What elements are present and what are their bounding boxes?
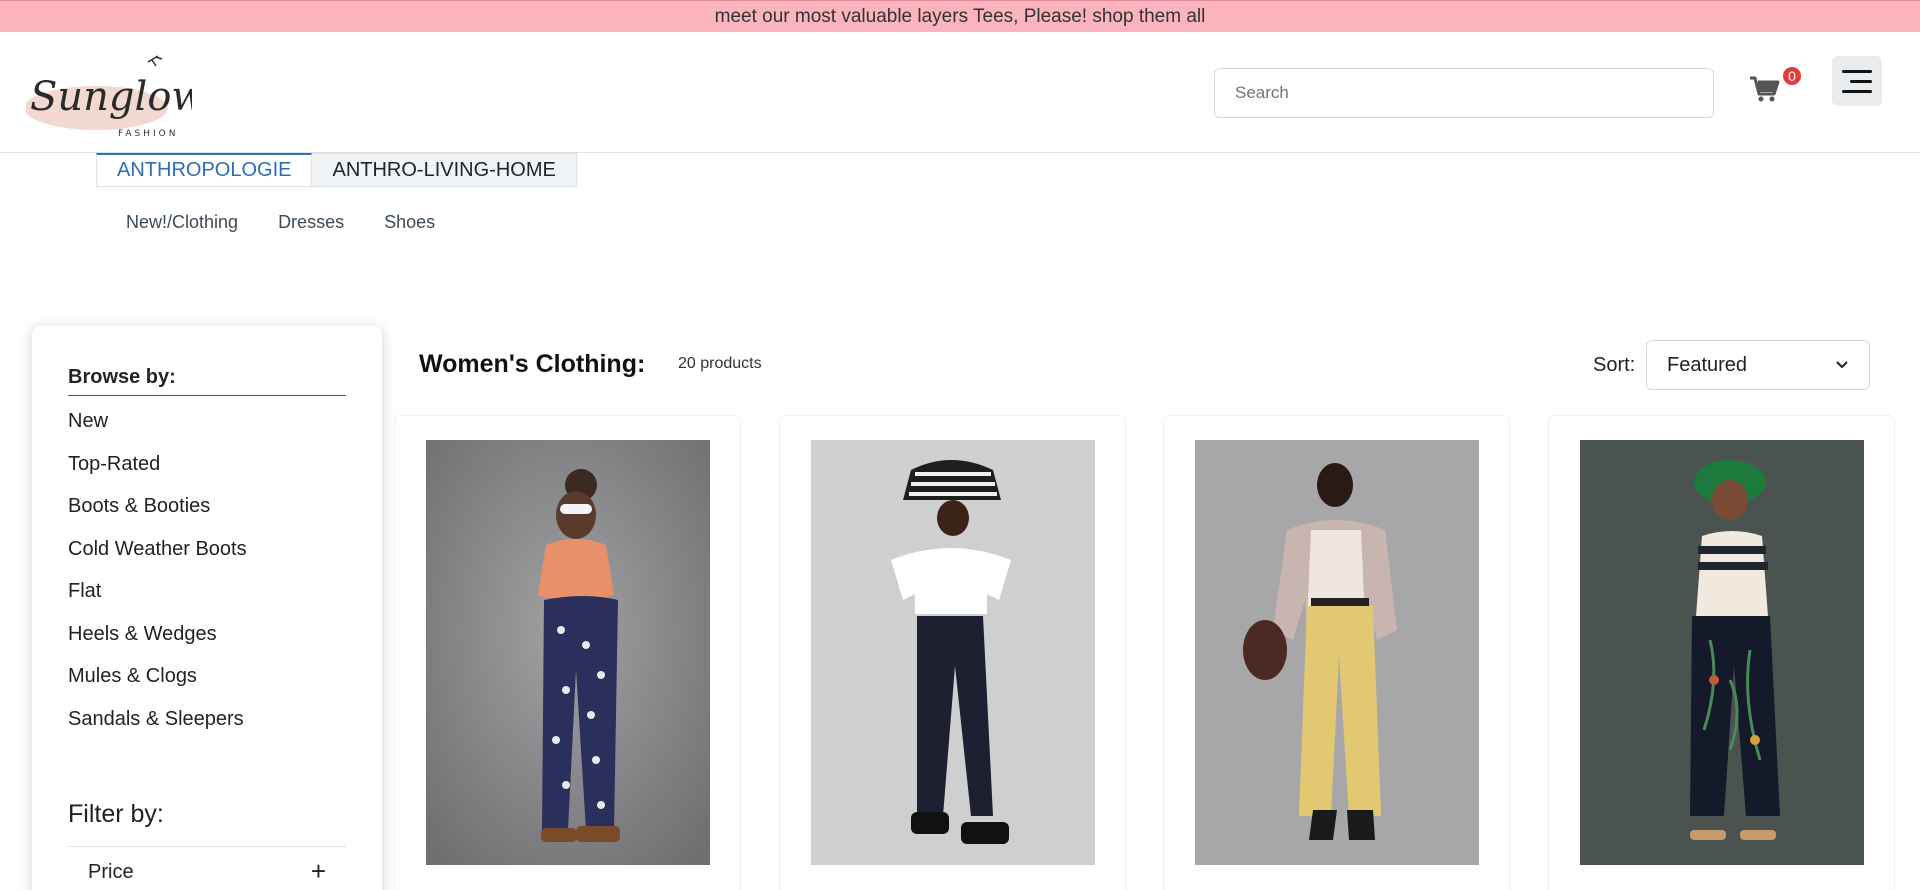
product-image[interactable] <box>1195 440 1479 865</box>
filter-by-heading: Filter by: <box>68 800 164 828</box>
search-input[interactable] <box>1214 68 1714 118</box>
filter-sidebar: Browse by: New Top-Rated Boots & Booties… <box>32 326 382 890</box>
browse-item-mules-clogs[interactable]: Mules & Clogs <box>68 665 247 708</box>
store-tabs: ANTHROPOLOGIE ANTHRO-LIVING-HOME <box>96 153 577 187</box>
subnav-new-clothing[interactable]: New!/Clothing <box>126 212 238 233</box>
browse-item-new[interactable]: New <box>68 410 247 453</box>
sort-dropdown[interactable]: Featured <box>1646 340 1870 390</box>
price-filter-toggle[interactable]: Price + <box>68 846 346 884</box>
category-subnav: New!/Clothing Dresses Shoes <box>126 212 435 233</box>
browse-list: New Top-Rated Boots & Booties Cold Weath… <box>68 410 247 750</box>
menu-line-icon <box>1842 89 1872 93</box>
product-image[interactable] <box>1580 440 1864 865</box>
tab-anthropologie[interactable]: ANTHROPOLOGIE <box>96 153 313 187</box>
promo-banner[interactable]: meet our most valuable layers Tees, Plea… <box>0 0 1920 32</box>
chevron-down-icon <box>1836 361 1848 369</box>
price-filter-label: Price <box>88 861 134 883</box>
tab-anthro-living-home[interactable]: ANTHRO-LIVING-HOME <box>312 153 577 187</box>
product-image[interactable] <box>811 440 1095 865</box>
svg-text:FASHION: FASHION <box>118 129 178 139</box>
plus-icon: + <box>310 856 326 886</box>
menu-line-icon <box>1850 79 1872 83</box>
product-card[interactable] <box>394 415 741 890</box>
browse-item-boots-booties[interactable]: Boots & Booties <box>68 495 247 538</box>
product-count: 20 products <box>678 355 762 372</box>
menu-line-icon <box>1842 69 1872 73</box>
cart-button[interactable]: 0 <box>1748 64 1802 104</box>
browse-item-top-rated[interactable]: Top-Rated <box>68 453 247 496</box>
browse-by-heading: Browse by: <box>68 366 346 396</box>
hamburger-menu-button[interactable] <box>1832 56 1882 106</box>
product-card[interactable] <box>1163 415 1510 890</box>
cart-count-badge: 0 <box>1782 66 1802 86</box>
brand-logo[interactable]: Sunglow FASHION <box>24 50 206 140</box>
sort-selected-value: Featured <box>1667 353 1748 376</box>
subnav-dresses[interactable]: Dresses <box>278 212 344 233</box>
browse-item-cold-weather-boots[interactable]: Cold Weather Boots <box>68 538 247 581</box>
sort-label: Sort: <box>1593 354 1636 376</box>
product-card[interactable] <box>779 415 1126 890</box>
page-title: Women's Clothing: <box>419 350 646 378</box>
browse-item-sandals-sleepers[interactable]: Sandals & Sleepers <box>68 708 247 751</box>
subnav-shoes[interactable]: Shoes <box>384 212 435 233</box>
site-header: Sunglow FASHION 0 <box>0 32 1920 153</box>
promo-text: meet our most valuable layers Tees, Plea… <box>714 5 1206 27</box>
browse-item-flat[interactable]: Flat <box>68 580 247 623</box>
product-image[interactable] <box>426 440 710 865</box>
browse-item-heels-wedges[interactable]: Heels & Wedges <box>68 623 247 666</box>
cart-icon <box>1750 76 1780 102</box>
svg-text:Sunglow: Sunglow <box>30 74 192 120</box>
product-card[interactable] <box>1548 415 1895 890</box>
